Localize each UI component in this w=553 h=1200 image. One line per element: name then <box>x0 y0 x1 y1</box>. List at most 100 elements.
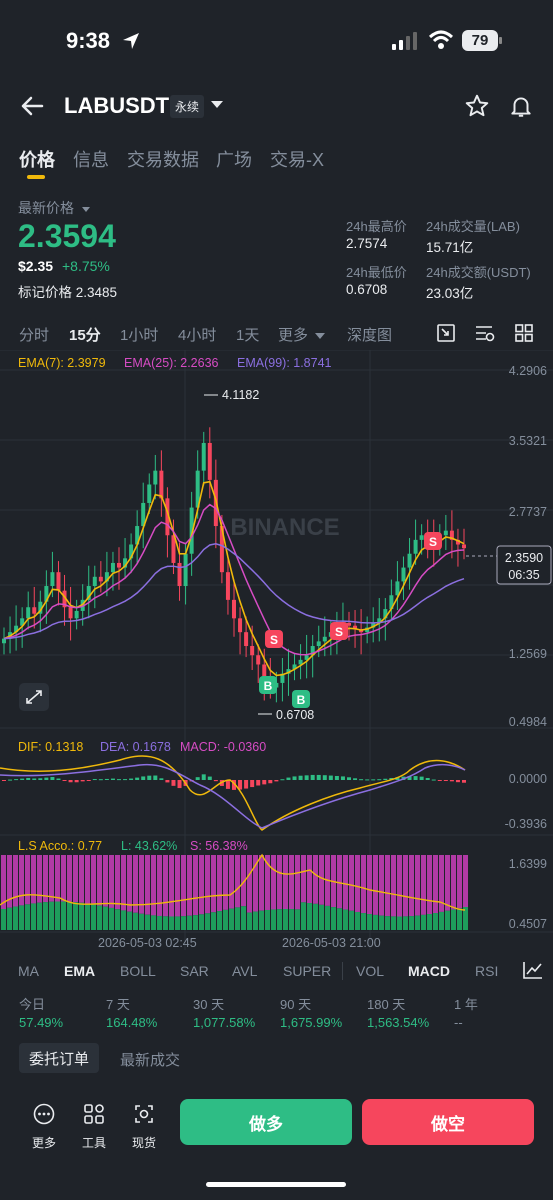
price-type-caret-icon <box>81 206 90 212</box>
interval-1h[interactable]: 1小时 <box>120 324 158 345</box>
short-bar <box>391 855 396 917</box>
expand-chart-icon[interactable] <box>19 683 49 711</box>
indicator-sar[interactable]: SAR <box>180 963 209 979</box>
latest-price-label[interactable]: 最新价格 <box>18 198 90 218</box>
candle-body <box>159 470 164 499</box>
tab-trading-data[interactable]: 交易数据 <box>127 146 199 172</box>
long-button[interactable]: 做多 <box>180 1099 352 1145</box>
macd-axis-label: -0.3936 <box>505 817 547 831</box>
low-price-marker: 0.6708 <box>276 708 314 722</box>
macd-bar <box>68 780 73 783</box>
back-arrow-icon[interactable] <box>18 92 46 120</box>
symbol-dropdown-icon[interactable] <box>211 101 223 108</box>
macd-bar <box>213 780 218 782</box>
short-bar <box>169 855 174 917</box>
location-arrow-icon <box>123 33 139 49</box>
ls-ratio-label: L.S Acco.: 0.77 <box>18 839 102 853</box>
candle-body <box>225 572 230 600</box>
long-bar <box>7 907 12 930</box>
short-bar <box>97 855 102 906</box>
candle-body <box>32 607 37 614</box>
short-bar <box>187 855 192 916</box>
tab-trade-x[interactable]: 交易-X <box>270 146 324 172</box>
long-bar <box>229 908 234 930</box>
candlesticks <box>2 427 466 703</box>
interval-more[interactable]: 更多 <box>278 324 326 345</box>
spot-button[interactable]: 现货 <box>124 1103 164 1151</box>
long-bar <box>403 916 408 930</box>
dif-line <box>0 755 466 831</box>
indicator-rsi[interactable]: RSI <box>475 963 498 979</box>
indicator-divider <box>342 962 343 980</box>
macd-bar <box>2 780 6 781</box>
indicator-macd[interactable]: MACD <box>408 963 450 979</box>
tab-info[interactable]: 信息 <box>73 146 109 172</box>
tab-price[interactable]: 价格 <box>19 146 55 172</box>
candle-body <box>177 562 182 587</box>
perf-value-90d: 1,675.99% <box>280 1015 343 1030</box>
macd-bar <box>268 780 273 784</box>
perf-label-30d: 30 天 <box>193 997 225 1012</box>
interval-1d[interactable]: 1天 <box>236 324 259 345</box>
macd-dif-label: DIF: 0.1318 <box>18 740 83 754</box>
long-bar <box>247 912 252 930</box>
indicator-vol[interactable]: VOL <box>356 963 384 979</box>
depth-chart-tab[interactable]: 深度图 <box>347 324 392 345</box>
short-bar <box>217 855 222 912</box>
short-bar <box>205 855 210 914</box>
long-bar <box>193 915 198 930</box>
indicator-settings-icon[interactable] <box>474 323 496 343</box>
interval-15m[interactable]: 15分 <box>69 324 101 345</box>
short-bar <box>319 855 324 905</box>
high-24h-label: 24h最高价 <box>346 219 407 234</box>
symbol-title[interactable]: LABUSDT <box>64 93 169 119</box>
indicator-avl[interactable]: AVL <box>232 963 257 979</box>
candle-body <box>207 442 212 480</box>
tools-button[interactable]: 工具 <box>74 1103 114 1151</box>
wifi-icon <box>428 30 454 49</box>
svg-text:S: S <box>429 535 437 549</box>
macd-value-label: MACD: -0.0360 <box>180 740 266 754</box>
long-bar <box>361 913 366 930</box>
interval-4h[interactable]: 4小时 <box>178 324 216 345</box>
macd-bar <box>462 780 466 783</box>
ema7-line <box>3 480 465 677</box>
macd-bar <box>8 779 13 781</box>
long-bar <box>133 912 138 930</box>
long-bar <box>295 909 300 930</box>
macd-bar <box>250 780 255 788</box>
indicator-super[interactable]: SUPER <box>283 963 331 979</box>
indicator-ema[interactable]: EMA <box>64 963 95 979</box>
macd-dea-label: DEA: 0.1678 <box>100 740 171 754</box>
candle-body <box>419 535 424 540</box>
recent-trades-tab[interactable]: 最新成交 <box>120 1049 180 1070</box>
price-axis-label: 0.4984 <box>509 715 547 729</box>
short-bar <box>85 855 90 904</box>
long-bar <box>319 904 324 930</box>
short-bar <box>163 855 168 917</box>
favorite-star-icon[interactable] <box>464 93 490 119</box>
more-button[interactable]: 更多 <box>24 1103 64 1151</box>
perpetual-badge: 永续 <box>170 95 205 118</box>
indicator-boll[interactable]: BOLL <box>120 963 156 979</box>
short-button[interactable]: 做空 <box>362 1099 534 1145</box>
long-bar <box>421 914 426 930</box>
interval-timeline[interactable]: 分时 <box>19 324 49 345</box>
short-bar <box>145 855 150 915</box>
candle-body <box>26 607 31 619</box>
tab-square[interactable]: 广场 <box>216 146 252 172</box>
long-bar <box>253 911 258 930</box>
alert-bell-icon[interactable] <box>508 93 534 119</box>
open-orders-tab[interactable]: 委托订单 <box>19 1043 99 1073</box>
candle-body <box>98 576 103 582</box>
indicator-ma[interactable]: MA <box>18 963 39 979</box>
fullscreen-chart-icon[interactable] <box>436 323 456 343</box>
price-chart[interactable]: BINANCE EMA(7): 2.3979 EMA(25): 2.2636 E… <box>0 350 553 950</box>
short-bar <box>115 855 120 910</box>
indicator-chart-icon[interactable] <box>522 960 544 980</box>
long-bar <box>199 914 204 930</box>
short-bar <box>337 855 342 909</box>
macd-bar <box>280 779 285 781</box>
macd-bar <box>171 780 176 786</box>
layout-grid-icon[interactable] <box>514 323 534 343</box>
